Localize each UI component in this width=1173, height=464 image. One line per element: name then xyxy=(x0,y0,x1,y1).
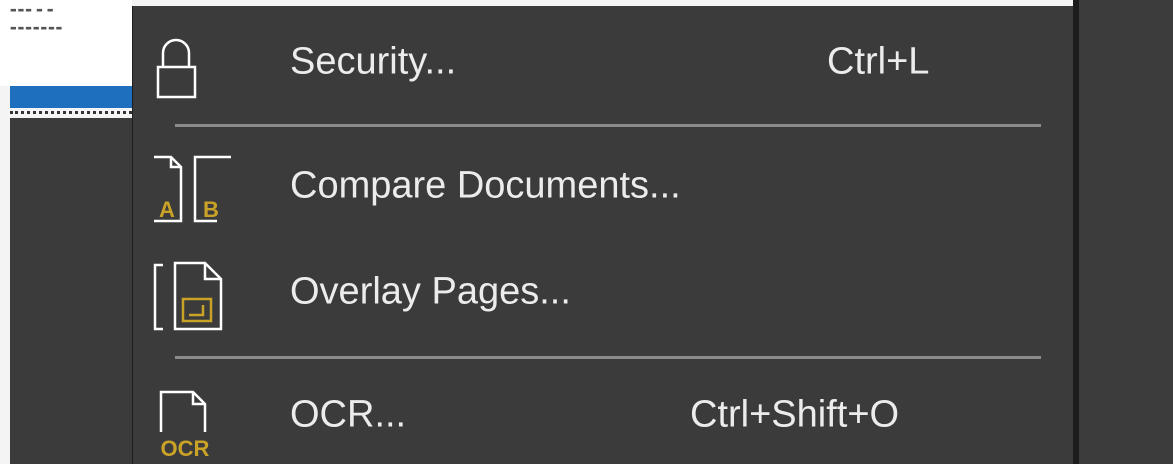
lock-icon xyxy=(151,29,231,99)
menu-item-security[interactable]: Security... Ctrl+L xyxy=(133,19,1073,105)
background-dotted-divider xyxy=(10,111,132,114)
menu-shadow xyxy=(1073,0,1079,464)
background-right-panel xyxy=(1073,0,1173,464)
menu-separator xyxy=(175,356,1041,359)
menu-item-shortcut: Ctrl+Shift+O xyxy=(690,393,900,436)
menu-item-overlay-pages[interactable]: Overlay Pages... xyxy=(133,249,1073,335)
background-selection-bar xyxy=(10,86,132,108)
background-dark-panel xyxy=(10,118,132,464)
background-panel: ▬▬▬ ▬ ▬ ▬▬▬▬▬▬▬ xyxy=(0,0,132,464)
background-text-line: ▬▬▬▬▬▬▬ xyxy=(10,24,64,32)
compare-documents-icon: A B xyxy=(151,153,237,223)
menu-item-label: Overlay Pages... xyxy=(290,270,571,313)
menu-item-shortcut: Ctrl+L xyxy=(827,40,930,83)
menu-item-ocr[interactable]: OCR OCR... Ctrl+Shift+O xyxy=(133,372,1073,461)
background-edge xyxy=(0,86,10,464)
menu-separator xyxy=(175,124,1041,127)
ocr-icon: OCR xyxy=(151,382,231,461)
background-text-line: ▬▬▬ ▬ ▬ xyxy=(10,6,55,14)
ocr-icon-label: OCR xyxy=(161,436,210,458)
menu-item-label: OCR... xyxy=(290,393,407,436)
compare-a-label: A xyxy=(159,197,175,222)
menu-item-compare-documents[interactable]: A B Compare Documents... xyxy=(133,143,1073,229)
context-menu: Security... Ctrl+L A B Compare Documents… xyxy=(132,6,1073,464)
menu-item-label: Compare Documents... xyxy=(290,164,681,207)
overlay-pages-icon xyxy=(151,259,231,331)
compare-b-label: B xyxy=(203,197,219,222)
menu-item-label: Security... xyxy=(290,40,457,83)
